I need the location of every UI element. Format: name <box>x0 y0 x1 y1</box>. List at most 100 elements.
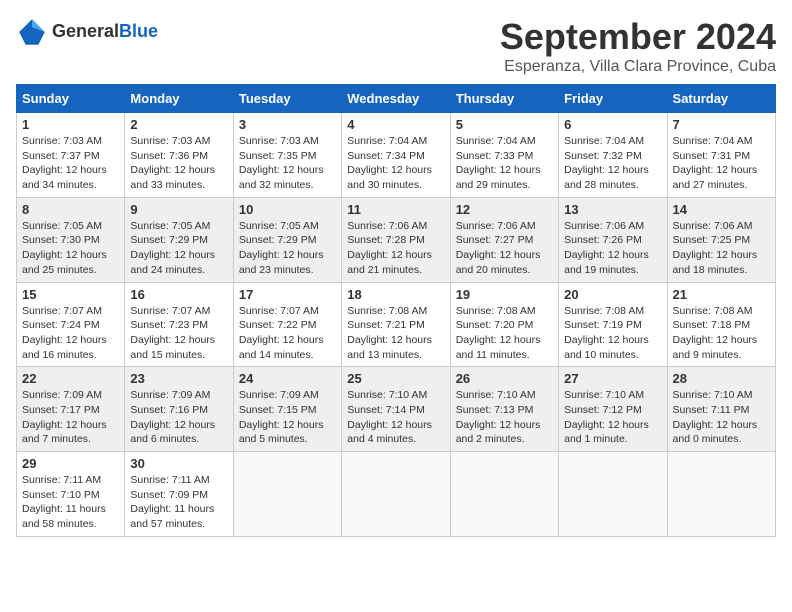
table-row: 8 Sunrise: 7:05 AM Sunset: 7:30 PM Daylig… <box>17 197 125 282</box>
day-info: Sunrise: 7:10 AM Sunset: 7:14 PM Dayligh… <box>347 388 444 447</box>
table-row: 29 Sunrise: 7:11 AM Sunset: 7:10 PM Dayli… <box>17 452 125 537</box>
table-row: 22 Sunrise: 7:09 AM Sunset: 7:17 PM Dayli… <box>17 367 125 452</box>
table-row: 21 Sunrise: 7:08 AM Sunset: 7:18 PM Dayli… <box>667 282 775 367</box>
table-row: 5 Sunrise: 7:04 AM Sunset: 7:33 PM Daylig… <box>450 113 558 198</box>
day-info: Sunrise: 7:06 AM Sunset: 7:28 PM Dayligh… <box>347 219 444 278</box>
col-saturday: Saturday <box>667 85 775 113</box>
calendar-week-row: 1 Sunrise: 7:03 AM Sunset: 7:37 PM Daylig… <box>17 113 776 198</box>
day-number: 7 <box>673 117 770 132</box>
table-row: 4Sunrise: 7:04 AM Sunset: 7:34 PM Daylig… <box>342 113 450 198</box>
day-info: Sunrise: 7:05 AM Sunset: 7:30 PM Dayligh… <box>22 219 119 278</box>
day-number: 27 <box>564 371 661 386</box>
day-info: Sunrise: 7:06 AM Sunset: 7:26 PM Dayligh… <box>564 219 661 278</box>
day-number: 30 <box>130 456 227 471</box>
day-number: 26 <box>456 371 553 386</box>
day-number: 18 <box>347 287 444 302</box>
logo-text-general: General <box>52 21 119 41</box>
day-info: Sunrise: 7:10 AM Sunset: 7:11 PM Dayligh… <box>673 388 770 447</box>
calendar-header-row: Sunday Monday Tuesday Wednesday Thursday… <box>17 85 776 113</box>
table-row: 1 Sunrise: 7:03 AM Sunset: 7:37 PM Daylig… <box>17 113 125 198</box>
day-info: Sunrise: 7:03 AM Sunset: 7:35 PM Dayligh… <box>239 134 336 193</box>
day-number: 19 <box>456 287 553 302</box>
day-number: 10 <box>239 202 336 217</box>
calendar-week-row: 8 Sunrise: 7:05 AM Sunset: 7:30 PM Daylig… <box>17 197 776 282</box>
day-info: Sunrise: 7:05 AM Sunset: 7:29 PM Dayligh… <box>130 219 227 278</box>
table-row: 12 Sunrise: 7:06 AM Sunset: 7:27 PM Dayli… <box>450 197 558 282</box>
day-info: Sunrise: 7:04 AM Sunset: 7:33 PM Dayligh… <box>456 134 553 193</box>
day-info: Sunrise: 7:11 AM Sunset: 7:10 PM Dayligh… <box>22 473 119 532</box>
logo: GeneralBlue <box>16 16 158 48</box>
day-info: Sunrise: 7:10 AM Sunset: 7:12 PM Dayligh… <box>564 388 661 447</box>
day-info: Sunrise: 7:07 AM Sunset: 7:22 PM Dayligh… <box>239 304 336 363</box>
col-sunday: Sunday <box>17 85 125 113</box>
day-info: Sunrise: 7:09 AM Sunset: 7:17 PM Dayligh… <box>22 388 119 447</box>
day-number: 12 <box>456 202 553 217</box>
day-number: 5 <box>456 117 553 132</box>
col-friday: Friday <box>559 85 667 113</box>
table-row: 15 Sunrise: 7:07 AM Sunset: 7:24 PM Dayli… <box>17 282 125 367</box>
calendar-week-row: 29 Sunrise: 7:11 AM Sunset: 7:10 PM Dayli… <box>17 452 776 537</box>
day-info: Sunrise: 7:08 AM Sunset: 7:18 PM Dayligh… <box>673 304 770 363</box>
day-info: Sunrise: 7:06 AM Sunset: 7:25 PM Dayligh… <box>673 219 770 278</box>
day-info: Sunrise: 7:09 AM Sunset: 7:16 PM Dayligh… <box>130 388 227 447</box>
day-number: 4 <box>347 117 444 132</box>
logo-icon <box>16 16 48 48</box>
day-info: Sunrise: 7:03 AM Sunset: 7:37 PM Dayligh… <box>22 134 119 193</box>
day-info: Sunrise: 7:04 AM Sunset: 7:32 PM Dayligh… <box>564 134 661 193</box>
day-number: 13 <box>564 202 661 217</box>
table-row: 17 Sunrise: 7:07 AM Sunset: 7:22 PM Dayli… <box>233 282 341 367</box>
table-row: 3 Sunrise: 7:03 AM Sunset: 7:35 PM Daylig… <box>233 113 341 198</box>
logo-text-blue: Blue <box>119 21 158 41</box>
month-title: September 2024 <box>500 16 776 58</box>
table-row <box>342 452 450 537</box>
table-row: 10 Sunrise: 7:05 AM Sunset: 7:29 PM Dayli… <box>233 197 341 282</box>
day-number: 16 <box>130 287 227 302</box>
day-info: Sunrise: 7:07 AM Sunset: 7:23 PM Dayligh… <box>130 304 227 363</box>
table-row: 2Sunrise: 7:03 AM Sunset: 7:36 PM Daylig… <box>125 113 233 198</box>
day-info: Sunrise: 7:05 AM Sunset: 7:29 PM Dayligh… <box>239 219 336 278</box>
col-monday: Monday <box>125 85 233 113</box>
table-row <box>667 452 775 537</box>
table-row: 26 Sunrise: 7:10 AM Sunset: 7:13 PM Dayli… <box>450 367 558 452</box>
table-row: 27 Sunrise: 7:10 AM Sunset: 7:12 PM Dayli… <box>559 367 667 452</box>
day-info: Sunrise: 7:08 AM Sunset: 7:19 PM Dayligh… <box>564 304 661 363</box>
day-number: 1 <box>22 117 119 132</box>
day-number: 22 <box>22 371 119 386</box>
day-number: 3 <box>239 117 336 132</box>
table-row: 14 Sunrise: 7:06 AM Sunset: 7:25 PM Dayli… <box>667 197 775 282</box>
day-info: Sunrise: 7:07 AM Sunset: 7:24 PM Dayligh… <box>22 304 119 363</box>
table-row: 18Sunrise: 7:08 AM Sunset: 7:21 PM Dayli… <box>342 282 450 367</box>
col-tuesday: Tuesday <box>233 85 341 113</box>
day-number: 9 <box>130 202 227 217</box>
table-row: 19 Sunrise: 7:08 AM Sunset: 7:20 PM Dayli… <box>450 282 558 367</box>
location-subtitle: Esperanza, Villa Clara Province, Cuba <box>500 58 776 76</box>
day-number: 8 <box>22 202 119 217</box>
day-number: 23 <box>130 371 227 386</box>
day-number: 29 <box>22 456 119 471</box>
day-number: 15 <box>22 287 119 302</box>
day-number: 20 <box>564 287 661 302</box>
table-row: 24Sunrise: 7:09 AM Sunset: 7:15 PM Dayli… <box>233 367 341 452</box>
table-row: 20 Sunrise: 7:08 AM Sunset: 7:19 PM Dayli… <box>559 282 667 367</box>
table-row: 25 Sunrise: 7:10 AM Sunset: 7:14 PM Dayli… <box>342 367 450 452</box>
day-info: Sunrise: 7:09 AM Sunset: 7:15 PM Dayligh… <box>239 388 336 447</box>
calendar-week-row: 22 Sunrise: 7:09 AM Sunset: 7:17 PM Dayli… <box>17 367 776 452</box>
day-number: 25 <box>347 371 444 386</box>
table-row: 6 Sunrise: 7:04 AM Sunset: 7:32 PM Daylig… <box>559 113 667 198</box>
day-info: Sunrise: 7:08 AM Sunset: 7:20 PM Dayligh… <box>456 304 553 363</box>
table-row: 11 Sunrise: 7:06 AM Sunset: 7:28 PM Dayli… <box>342 197 450 282</box>
day-number: 11 <box>347 202 444 217</box>
table-row <box>559 452 667 537</box>
table-row: 7Sunrise: 7:04 AM Sunset: 7:31 PM Daylig… <box>667 113 775 198</box>
day-info: Sunrise: 7:06 AM Sunset: 7:27 PM Dayligh… <box>456 219 553 278</box>
table-row: 23 Sunrise: 7:09 AM Sunset: 7:16 PM Dayli… <box>125 367 233 452</box>
day-info: Sunrise: 7:10 AM Sunset: 7:13 PM Dayligh… <box>456 388 553 447</box>
table-row: 9 Sunrise: 7:05 AM Sunset: 7:29 PM Daylig… <box>125 197 233 282</box>
day-number: 14 <box>673 202 770 217</box>
day-number: 21 <box>673 287 770 302</box>
table-row: 30Sunrise: 7:11 AM Sunset: 7:09 PM Dayli… <box>125 452 233 537</box>
day-number: 6 <box>564 117 661 132</box>
calendar-week-row: 15 Sunrise: 7:07 AM Sunset: 7:24 PM Dayli… <box>17 282 776 367</box>
day-number: 17 <box>239 287 336 302</box>
table-row <box>450 452 558 537</box>
